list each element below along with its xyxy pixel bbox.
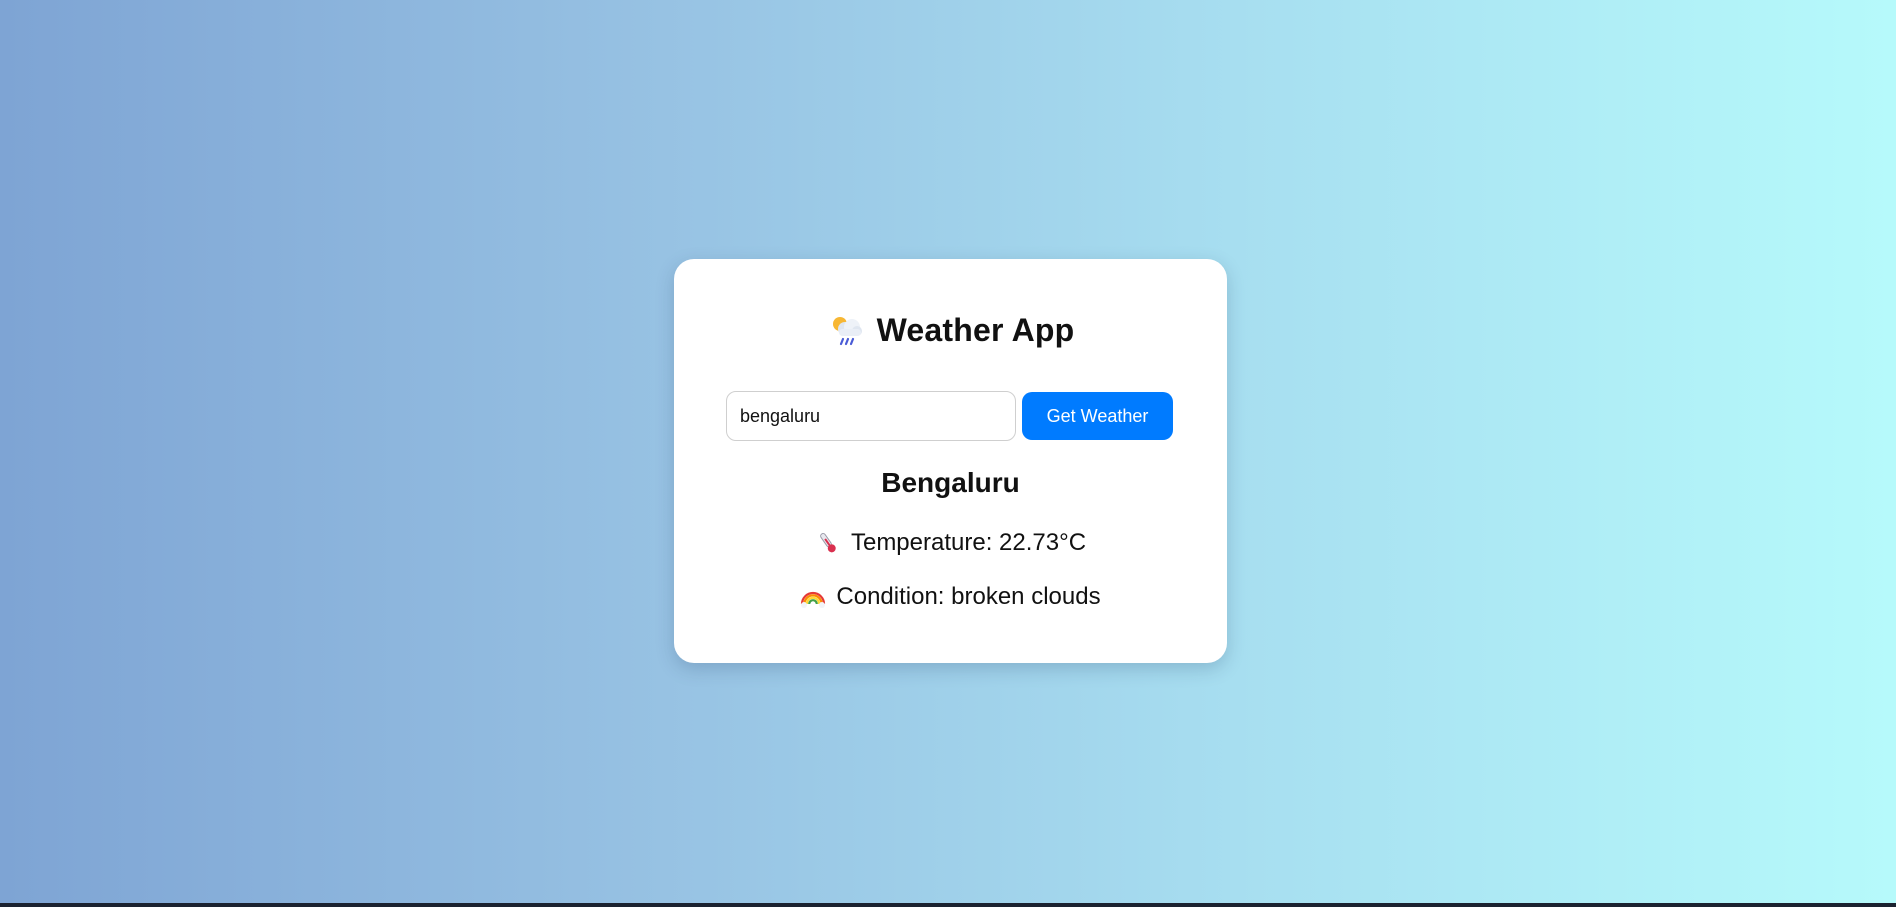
condition-text: Condition: broken clouds: [836, 583, 1101, 610]
city-input[interactable]: [726, 391, 1016, 441]
weather-card: Weather App Get Weather Bengaluru Temper…: [674, 259, 1227, 663]
bottom-edge-bar: [0, 903, 1896, 907]
search-bar: Get Weather: [726, 391, 1173, 441]
get-weather-button[interactable]: Get Weather: [1022, 392, 1173, 440]
temperature-row: Temperature: 22.73°C: [674, 529, 1227, 557]
app-header: Weather App: [674, 311, 1227, 349]
temperature-text: Temperature: 22.73°C: [850, 529, 1087, 556]
cloud-sun-rain-icon: [827, 311, 865, 349]
city-name: Bengaluru: [881, 467, 1020, 498]
condition-row: Condition: broken clouds: [674, 583, 1227, 611]
page-title: Weather App: [876, 311, 1075, 348]
thermometer-icon: [815, 530, 841, 556]
rainbow-icon: [800, 584, 826, 610]
